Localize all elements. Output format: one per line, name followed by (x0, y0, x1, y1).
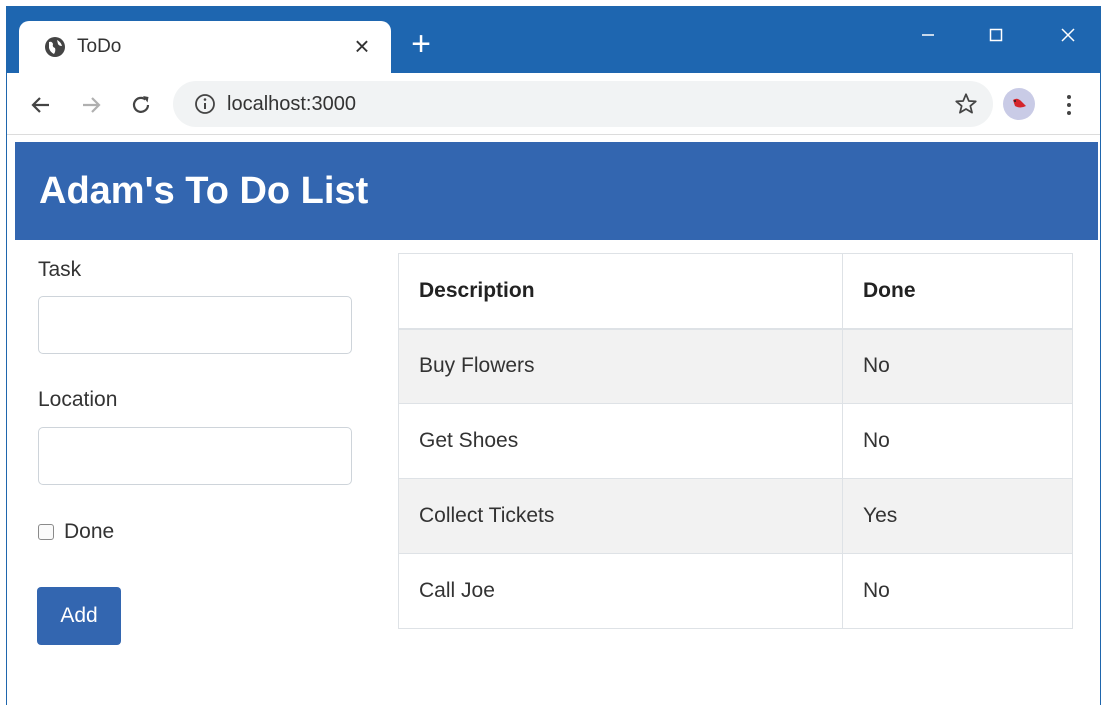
table-row: Buy Flowers No (398, 328, 1073, 404)
new-tab-button[interactable]: + (405, 27, 437, 61)
title-bar: ToDo × + (7, 7, 1100, 73)
page-content: Adam's To Do List Task Location Done Add… (7, 136, 1100, 705)
task-done-status: No (842, 403, 1073, 479)
back-button[interactable] (23, 87, 59, 123)
table-row: Collect Tickets Yes (398, 478, 1073, 554)
task-description: Buy Flowers (398, 328, 843, 404)
forward-button[interactable] (73, 87, 109, 123)
add-button[interactable]: Add (37, 587, 121, 645)
info-icon[interactable] (193, 92, 217, 116)
tab-close-button[interactable]: × (347, 31, 377, 61)
browser-window: ToDo × + localhost:3000 Adam's To Do Lis… (6, 6, 1101, 705)
arrow-right-icon (83, 97, 101, 113)
column-header-done: Done (842, 253, 1073, 330)
task-label: Task (38, 258, 82, 281)
arrow-left-icon (31, 97, 49, 113)
maximize-icon (989, 28, 1003, 42)
page-header: Adam's To Do List (15, 142, 1098, 240)
done-label[interactable]: Done (64, 520, 114, 544)
globe-icon (45, 37, 65, 57)
maximize-button[interactable] (973, 17, 1019, 53)
minimize-button[interactable] (905, 17, 951, 53)
task-description: Collect Tickets (398, 478, 843, 554)
reload-button[interactable] (123, 87, 159, 123)
column-header-description: Description (398, 253, 843, 330)
url-text[interactable]: localhost:3000 (227, 93, 356, 116)
close-icon (1061, 28, 1075, 42)
table-row: Get Shoes No (398, 403, 1073, 479)
browser-toolbar: localhost:3000 (7, 73, 1100, 135)
minimize-icon (922, 34, 934, 36)
task-description: Call Joe (398, 553, 843, 629)
task-done-status: No (842, 328, 1073, 404)
tab-title: ToDo (77, 36, 122, 57)
close-window-button[interactable] (1045, 17, 1091, 53)
task-input[interactable] (38, 296, 352, 354)
task-done-status: Yes (842, 478, 1073, 554)
table-row: Call Joe No (398, 553, 1073, 629)
more-vert-icon[interactable] (1057, 91, 1081, 119)
done-checkbox[interactable] (38, 524, 54, 540)
location-label: Location (38, 388, 118, 411)
todo-table: Description Done Buy Flowers No Get Shoe… (398, 253, 1073, 629)
star-icon[interactable] (953, 91, 979, 117)
task-done-status: No (842, 553, 1073, 629)
address-bar[interactable]: localhost:3000 (173, 81, 993, 127)
bird-icon (1013, 98, 1026, 108)
page-title: Adam's To Do List (39, 170, 369, 212)
profile-avatar[interactable] (1003, 88, 1035, 120)
tab-todo[interactable]: ToDo × (19, 21, 391, 73)
location-input[interactable] (38, 427, 352, 485)
task-description: Get Shoes (398, 403, 843, 479)
reload-icon (132, 96, 150, 113)
table-header-row: Description Done (398, 253, 1073, 330)
done-checkbox-row[interactable]: Done (38, 520, 114, 544)
